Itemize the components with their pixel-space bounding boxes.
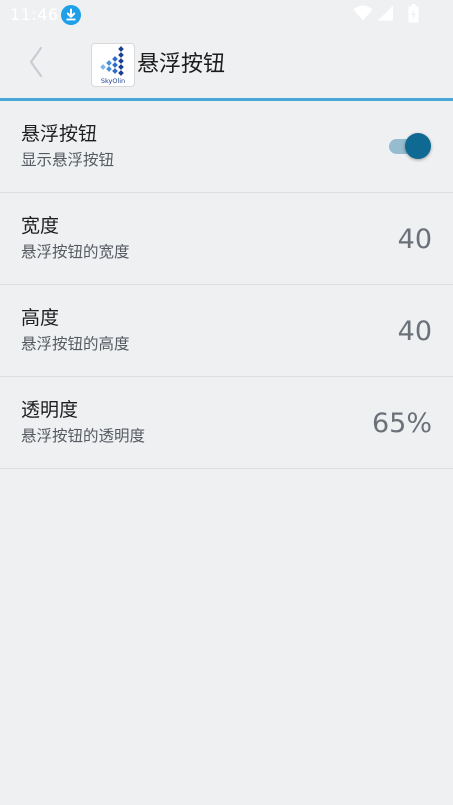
toggle-thumb: [405, 133, 431, 159]
page-title: 悬浮按钮: [137, 52, 226, 77]
floating-button-toggle[interactable]: [389, 133, 431, 159]
cellular-signal-icon: [377, 5, 394, 25]
width-value: 40: [397, 224, 432, 255]
setting-summary: 悬浮按钮的宽度: [21, 243, 130, 261]
settings-list: 悬浮按钮 显示悬浮按钮 宽度 悬浮按钮的宽度 40 高度 悬浮按钮的高度 40 …: [0, 101, 453, 469]
svg-text:SkyOlin: SkyOlin: [101, 77, 125, 85]
wifi-icon: [353, 5, 373, 25]
setting-title: 宽度: [21, 215, 60, 237]
setting-height[interactable]: 高度 悬浮按钮的高度 40: [0, 285, 453, 377]
setting-title: 透明度: [21, 399, 79, 421]
back-button[interactable]: [18, 44, 54, 84]
app-bar: SkyOlin 悬浮按钮: [0, 30, 453, 98]
setting-title: 高度: [21, 307, 60, 329]
setting-floating-button[interactable]: 悬浮按钮 显示悬浮按钮: [0, 101, 453, 193]
status-time: 11:46: [10, 5, 59, 24]
setting-summary: 悬浮按钮的高度: [21, 335, 130, 353]
setting-summary: 显示悬浮按钮: [21, 151, 115, 169]
opacity-value: 65%: [371, 408, 432, 439]
battery-icon: [408, 3, 419, 27]
chevron-left-icon: [26, 45, 46, 83]
setting-opacity[interactable]: 透明度 悬浮按钮的透明度 65%: [0, 377, 453, 469]
status-icons: [353, 3, 419, 27]
download-icon: [61, 5, 81, 25]
status-bar: 11:46: [0, 0, 453, 30]
setting-summary: 悬浮按钮的透明度: [21, 427, 146, 445]
setting-width[interactable]: 宽度 悬浮按钮的宽度 40: [0, 193, 453, 285]
app-logo: SkyOlin: [91, 43, 135, 87]
setting-title: 悬浮按钮: [21, 123, 98, 145]
height-value: 40: [397, 316, 432, 347]
